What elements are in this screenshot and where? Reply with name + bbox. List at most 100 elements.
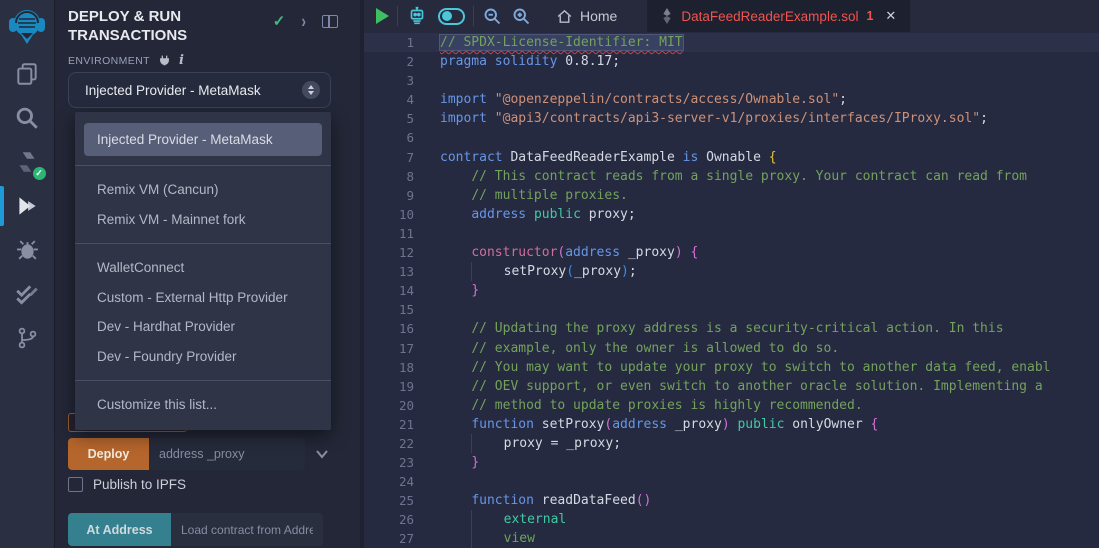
run-play-icon[interactable]	[376, 8, 389, 24]
environment-option[interactable]: Injected Provider - MetaMask	[84, 123, 322, 156]
code-line: 21 function setProxy(address _proxy) pub…	[364, 415, 1099, 434]
line-number: 23	[364, 453, 414, 472]
search-icon[interactable]	[0, 96, 55, 140]
close-tab-icon[interactable]: ✕	[885, 8, 896, 24]
code-line: 20 // method to update proxies is highly…	[364, 396, 1099, 415]
tab-datafeedreaderexample[interactable]: DataFeedReaderExample.sol 1 ✕	[647, 0, 910, 32]
line-number: 19	[364, 377, 414, 396]
line-number: 8	[364, 167, 414, 186]
line-number: 27	[364, 529, 414, 548]
line-number: 11	[364, 224, 414, 243]
code-editor[interactable]: 1// SPDX-License-Identifier: MIT2pragma …	[364, 32, 1099, 548]
line-number: 22	[364, 434, 414, 453]
code-line: 5import "@api3/contracts/api3-server-v1/…	[364, 109, 1099, 128]
code-line: 27 view	[364, 529, 1099, 548]
line-number: 25	[364, 491, 414, 510]
zoom-in-icon[interactable]	[511, 6, 532, 27]
environment-select[interactable]: Injected Provider - MetaMask	[68, 72, 331, 108]
code-line: 3	[364, 71, 1099, 90]
code-line: 12 constructor(address _proxy) {	[364, 243, 1099, 262]
code-line: 8 // This contract reads from a single p…	[364, 167, 1099, 186]
environment-dropdown: Injected Provider - MetaMask Remix VM (Ca…	[75, 112, 331, 430]
code-line: 15	[364, 300, 1099, 319]
deploy-run-icon[interactable]	[0, 184, 55, 228]
copilot-toggle-icon[interactable]	[438, 8, 465, 25]
unit-testing-icon[interactable]	[0, 272, 55, 316]
dropdown-divider	[75, 243, 331, 244]
line-number: 14	[364, 281, 414, 300]
line-number: 9	[364, 186, 414, 205]
deploy-button[interactable]: Deploy	[68, 438, 149, 470]
environment-option[interactable]: Customize this list...	[75, 390, 331, 420]
line-number: 6	[364, 128, 414, 147]
pin-panel-icon[interactable]	[322, 15, 338, 28]
remix-ide-window: ✓ DEPLOY & RUN	[0, 0, 1099, 548]
code-line: 25 function readDataFeed()	[364, 491, 1099, 510]
line-number: 18	[364, 358, 414, 377]
panel-title: DEPLOY & RUN TRANSACTIONS	[68, 8, 248, 46]
line-number: 17	[364, 339, 414, 358]
icon-sidebar: ✓	[0, 0, 55, 548]
line-number: 20	[364, 396, 414, 415]
file-tab-label: DataFeedReaderExample.sol	[681, 9, 858, 24]
editor-pane: Home DataFeedReaderExample.sol 1 ✕ 1// S…	[360, 0, 1099, 548]
run-script-chevron-icon[interactable]: ›	[301, 11, 306, 32]
environment-option[interactable]: Dev - Hardhat Provider	[75, 312, 331, 342]
solidity-compiler-icon[interactable]: ✓	[0, 140, 55, 184]
file-explorer-icon[interactable]	[0, 52, 55, 96]
environment-label: ENVIRONMENT	[68, 55, 150, 67]
solidity-file-icon	[661, 8, 673, 24]
code-line: 19 // OEV support, or even switch to ano…	[364, 377, 1099, 396]
environment-option[interactable]: WalletConnect	[75, 253, 331, 283]
line-number: 10	[364, 205, 414, 224]
deploy-run-panel: DEPLOY & RUN TRANSACTIONS ✓ › ENVIRONMEN…	[56, 0, 360, 548]
home-icon	[556, 8, 573, 25]
publish-to-ipfs-checkbox[interactable]	[68, 477, 83, 492]
plug-icon	[158, 54, 171, 67]
code-line: 17 // example, only the owner is allowed…	[364, 339, 1099, 358]
git-icon[interactable]	[0, 316, 55, 360]
line-number: 21	[364, 415, 414, 434]
environment-option[interactable]: Remix VM - Mainnet fork	[75, 205, 331, 235]
environment-option[interactable]: Remix VM (Cancun)	[75, 175, 331, 205]
code-line: 13 setProxy(_proxy);	[364, 262, 1099, 281]
debugger-icon[interactable]	[0, 228, 55, 272]
line-number: 7	[364, 148, 414, 167]
code-line: 2pragma solidity 0.8.17;	[364, 52, 1099, 71]
code-line: 24	[364, 472, 1099, 491]
at-address-input[interactable]	[171, 513, 323, 546]
code-line: 18 // You may want to update your proxy …	[364, 358, 1099, 377]
line-number: 26	[364, 510, 414, 529]
environment-option[interactable]: Dev - Foundry Provider	[75, 342, 331, 372]
line-number: 15	[364, 300, 414, 319]
editor-tabbar: Home DataFeedReaderExample.sol 1 ✕	[364, 0, 1099, 32]
environment-info-icon[interactable]: i	[179, 53, 184, 68]
line-number: 5	[364, 109, 414, 128]
environment-option[interactable]: Custom - External Http Provider	[75, 283, 331, 313]
deploy-constructor-input[interactable]	[149, 438, 305, 470]
publish-to-ipfs-label: Publish to IPFS	[93, 477, 186, 492]
code-line: 6	[364, 128, 1099, 147]
code-line: 16 // Updating the proxy address is a se…	[364, 319, 1099, 338]
tab-home[interactable]: Home	[546, 0, 633, 32]
line-number: 2	[364, 52, 414, 71]
dropdown-divider	[75, 380, 331, 381]
line-number: 4	[364, 90, 414, 109]
home-tab-label: Home	[580, 8, 617, 24]
remix-logo-icon[interactable]	[0, 0, 55, 52]
line-number: 13	[364, 262, 414, 281]
code-line: 9 // multiple proxies.	[364, 186, 1099, 205]
select-caret-icon	[302, 81, 320, 99]
expand-constructor-args-icon[interactable]	[315, 449, 329, 459]
at-address-button[interactable]: At Address	[68, 513, 171, 546]
file-error-count-badge: 1	[866, 9, 873, 23]
zoom-out-icon[interactable]	[482, 6, 503, 27]
code-line: 10 address public proxy;	[364, 205, 1099, 224]
code-line: 26 external	[364, 510, 1099, 529]
status-check-icon: ✓	[273, 12, 286, 30]
code-line: 7contract DataFeedReaderExample is Ownab…	[364, 148, 1099, 167]
environment-selected-value: Injected Provider - MetaMask	[85, 83, 302, 98]
code-line: 1// SPDX-License-Identifier: MIT	[364, 33, 1099, 52]
line-number: 16	[364, 319, 414, 338]
ai-assistant-robot-icon[interactable]	[406, 5, 428, 27]
